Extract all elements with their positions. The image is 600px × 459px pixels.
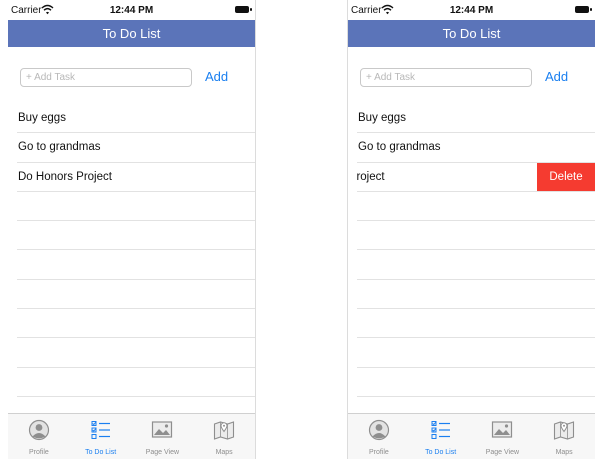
profile-icon [28,419,49,441]
checklist-icon [91,421,110,439]
nav-title: To Do List [442,26,501,41]
task-label: Buy eggs [18,112,66,124]
tab-label: Profile [28,449,49,456]
tab-page-view[interactable]: Page View [472,414,534,459]
tab-label: To Do List [425,449,457,456]
nav-bar: To Do List [348,20,595,47]
empty-row [357,368,595,397]
delete-button[interactable]: Delete [537,162,595,191]
empty-row [17,368,255,397]
empty-row [357,309,595,339]
status-bar: Carrier 12:44 PM [8,0,255,20]
map-icon [554,421,575,440]
empty-row [357,338,595,368]
task-list: Buy eggs Go to grandmas Do Honors Projec… [17,104,255,427]
profile-icon [368,419,389,441]
empty-row [357,250,595,280]
task-label: Go to grandmas [18,141,101,154]
nav-title: To Do List [102,26,161,41]
tab-label: Maps [555,449,573,456]
task-list: Buy eggs Go to grandmas rs Project Delet… [357,104,595,427]
tab-to-do-list[interactable]: To Do List [410,414,472,459]
phone-screen-right: Carrier 12:44 PM To Do List Add Buy eggs… [347,0,595,459]
status-time: 12:44 PM [109,5,154,16]
tab-bar: Profile To Do List Page View Maps [8,413,255,459]
empty-row [17,309,255,339]
tab-label: Page View [485,449,520,456]
empty-row [17,192,255,222]
tab-label: Page View [145,449,180,456]
tab-label: To Do List [85,449,117,456]
task-row[interactable]: Do Honors Project [17,163,255,192]
tab-label: Maps [215,449,233,456]
add-button[interactable]: Add [205,69,228,84]
empty-row [17,338,255,368]
phone-screen-left: Carrier 12:44 PM To Do List Add Buy eggs… [8,0,256,459]
task-row[interactable]: Go to grandmas [17,133,255,163]
tab-maps[interactable]: Maps [533,414,595,459]
add-task-input[interactable] [20,68,192,87]
image-icon [492,421,513,438]
map-icon [214,421,235,440]
tab-profile[interactable]: Profile [8,414,70,459]
status-time: 12:44 PM [449,5,494,16]
empty-row [357,221,595,251]
task-label: Do Honors Project [18,170,112,183]
empty-row [357,192,595,222]
add-task-row: Add [348,66,595,90]
task-row[interactable]: Buy eggs [357,104,595,134]
empty-row [17,280,255,310]
empty-row [17,221,255,251]
battery-icon [575,6,592,13]
checklist-icon [431,421,450,439]
task-label: Buy eggs [358,112,406,124]
status-bar: Carrier 12:44 PM [348,0,595,20]
add-button[interactable]: Add [545,69,568,84]
tab-maps[interactable]: Maps [193,414,255,459]
add-task-input[interactable] [360,68,532,87]
tab-page-view[interactable]: Page View [132,414,194,459]
task-row[interactable]: Buy eggs [17,104,255,134]
add-task-row: Add [8,66,255,90]
tab-to-do-list[interactable]: To Do List [70,414,132,459]
task-row[interactable]: Go to grandmas [357,133,595,163]
tab-label: Profile [368,449,389,456]
tab-profile[interactable]: Profile [348,414,410,459]
task-row-swiped[interactable]: rs Project Delete [357,162,595,192]
tab-bar: Profile To Do List Page View Maps [348,413,595,459]
empty-row [17,250,255,280]
nav-bar: To Do List [8,20,255,47]
task-label: Go to grandmas [358,141,441,154]
image-icon [152,421,173,438]
empty-row [357,280,595,310]
task-label: rs Project [357,170,385,183]
battery-icon [235,6,252,13]
